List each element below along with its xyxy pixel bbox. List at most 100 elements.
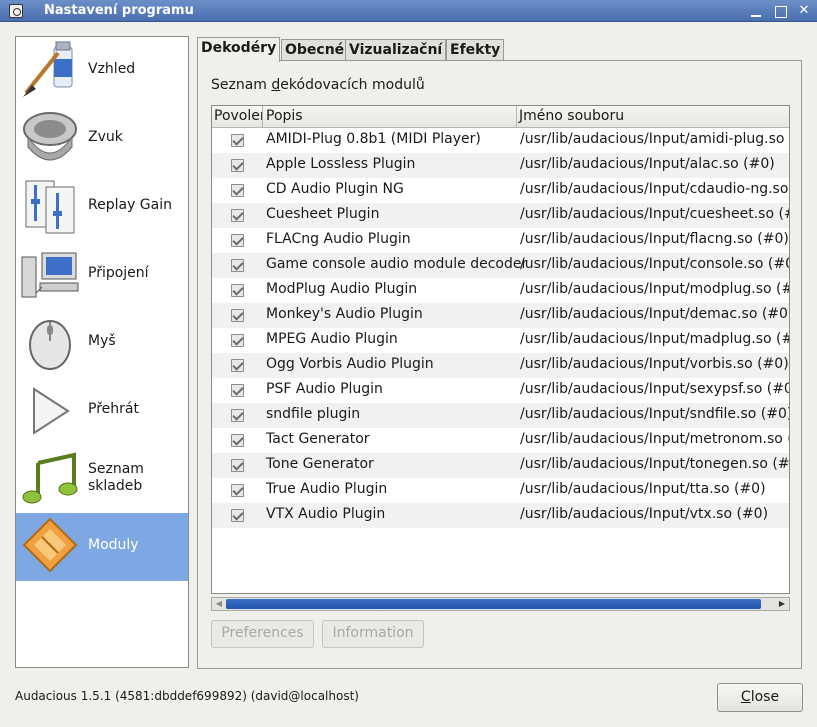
table-row[interactable]: Tone Generator/usr/lib/audacious/Input/t…: [212, 453, 790, 478]
plugin-filename: /usr/lib/audacious/Input/sexypsf.so (#0): [520, 381, 790, 397]
plugin-description: MPEG Audio Plugin: [266, 331, 398, 347]
enabled-checkbox[interactable]: [231, 434, 244, 447]
table-row[interactable]: VTX Audio Plugin/usr/lib/audacious/Input…: [212, 503, 789, 528]
sidebar-item-mys[interactable]: Myš: [16, 309, 188, 377]
column-header-description[interactable]: Popis: [262, 106, 516, 128]
sidebar-item-moduly[interactable]: Moduly: [16, 513, 188, 581]
mouse-icon: [29, 320, 71, 370]
sidebar-item-label: Zvuk: [88, 129, 123, 145]
enabled-checkbox[interactable]: [231, 284, 244, 297]
label-accel: d: [271, 77, 281, 93]
horizontal-scrollbar[interactable]: ◀ ▶: [211, 597, 790, 611]
sidebar-item-seznam-skladeb[interactable]: Seznam skladeb: [16, 445, 188, 513]
minimize-icon[interactable]: [748, 3, 764, 19]
scroll-right-icon[interactable]: ▶: [776, 598, 788, 610]
table-row[interactable]: True Audio Plugin/usr/lib/audacious/Inpu…: [212, 478, 789, 503]
information-button[interactable]: Information: [322, 620, 424, 648]
sidebar-item-replay-gain[interactable]: Replay Gain: [16, 173, 188, 241]
maximize-icon[interactable]: [772, 3, 788, 19]
speaker-icon: [23, 112, 77, 161]
scroll-left-icon[interactable]: ◀: [213, 598, 225, 610]
enabled-checkbox[interactable]: [231, 234, 244, 247]
plugin-description: CD Audio Plugin NG: [266, 181, 404, 197]
preferences-window: Nastavení programu ✕ Vzhled Zvuk Replay …: [0, 0, 817, 727]
close-accel: C: [740, 689, 751, 705]
sidebar-item-label: Vzhled: [88, 61, 136, 77]
enabled-checkbox[interactable]: [231, 359, 244, 372]
enabled-checkbox[interactable]: [231, 184, 244, 197]
plugin-description: AMIDI-Plug 0.8b1 (MIDI Player): [266, 131, 481, 147]
plugin-description: ModPlug Audio Plugin: [266, 281, 418, 297]
table-row[interactable]: PSF Audio Plugin/usr/lib/audacious/Input…: [212, 378, 790, 403]
title-bar[interactable]: Nastavení programu ✕: [0, 0, 817, 22]
sidebar-item-prehrat[interactable]: Přehrát: [16, 377, 188, 445]
table-row[interactable]: ModPlug Audio Plugin/usr/lib/audacious/I…: [212, 278, 790, 303]
tab-dekodery[interactable]: Dekodéry: [197, 37, 281, 62]
plugin-description: True Audio Plugin: [266, 481, 388, 497]
decoder-table[interactable]: Povolen Popis Jméno souboru AMIDI-Plug 0…: [211, 105, 790, 594]
close-window-icon[interactable]: ✕: [796, 3, 812, 19]
version-label: Audacious 1.5.1 (4581:dbddef699892) (dav…: [15, 689, 359, 703]
plugin-filename: /usr/lib/audacious/Input/madplug.so (#0): [520, 331, 790, 347]
enabled-checkbox[interactable]: [231, 459, 244, 472]
sidebar-item-label: Připojení: [88, 265, 149, 281]
table-row[interactable]: Apple Lossless Plugin/usr/lib/audacious/…: [212, 153, 789, 178]
plugin-description: PSF Audio Plugin: [266, 381, 383, 397]
table-row[interactable]: AMIDI-Plug 0.8b1 (MIDI Player) /usr/lib/a…: [212, 128, 790, 153]
plugin-description: Tone Generator: [266, 456, 374, 472]
table-row[interactable]: sndfile plugin/usr/lib/audacious/Input/s…: [212, 403, 790, 428]
network-computers-icon: [21, 252, 79, 298]
sidebar-item-label: Myš: [88, 333, 116, 349]
plugin-description: Ogg Vorbis Audio Plugin: [266, 356, 434, 372]
plugin-filename: /usr/lib/audacious/Input/modplug.so (#0): [520, 281, 790, 297]
plugin-filename: /usr/lib/audacious/Input/demac.so (#0): [520, 306, 790, 322]
table-row[interactable]: MPEG Audio Plugin/usr/lib/audacious/Inpu…: [212, 328, 790, 353]
plugin-description: Cuesheet Plugin: [266, 206, 380, 222]
table-row[interactable]: Cuesheet Plugin/usr/lib/audacious/Input/…: [212, 203, 789, 228]
enabled-checkbox[interactable]: [231, 259, 244, 272]
app-menu-icon[interactable]: [9, 4, 23, 18]
close-label: lose: [750, 689, 780, 705]
table-row[interactable]: Ogg Vorbis Audio Plugin/usr/lib/audaciou…: [212, 353, 789, 378]
enabled-checkbox[interactable]: [231, 134, 244, 147]
enabled-checkbox[interactable]: [231, 384, 244, 397]
plugin-filename: /usr/lib/audacious/Input/flacng.so (#0): [520, 231, 789, 247]
plugin-description: VTX Audio Plugin: [266, 506, 386, 522]
window-title: Nastavení programu: [44, 3, 194, 18]
table-row[interactable]: CD Audio Plugin NG/usr/lib/audacious/Inp…: [212, 178, 789, 203]
sidebar-item-zvuk[interactable]: Zvuk: [16, 105, 188, 173]
scrollbar-thumb[interactable]: [226, 599, 761, 609]
table-body: AMIDI-Plug 0.8b1 (MIDI Player) /usr/lib/a…: [212, 128, 790, 528]
plugin-filename: /usr/lib/audacious/Input/amidi-plug.so (…: [520, 131, 790, 147]
table-row[interactable]: FLACng Audio Plugin/usr/lib/audacious/In…: [212, 228, 789, 253]
preferences-button[interactable]: Preferences: [211, 620, 314, 648]
plugin-description: Monkey's Audio Plugin: [266, 306, 423, 322]
enabled-checkbox[interactable]: [231, 409, 244, 422]
plugin-filename: /usr/lib/audacious/Input/vtx.so (#0): [520, 506, 769, 522]
tab-vizualizacni[interactable]: Vizualizační: [345, 39, 447, 61]
enabled-checkbox[interactable]: [231, 484, 244, 497]
column-header-filename[interactable]: Jméno souboru: [516, 106, 789, 128]
enabled-checkbox[interactable]: [231, 209, 244, 222]
plugin-filename: /usr/lib/audacious/Input/sndfile.so (#0): [520, 406, 790, 422]
plugin-module-icon: [22, 517, 78, 573]
label-text: Seznam: [211, 77, 272, 93]
enabled-checkbox[interactable]: [231, 334, 244, 347]
table-row[interactable]: Game console audio module decoder/usr/li…: [212, 253, 789, 278]
paintbrush-icon: [23, 41, 73, 97]
table-row[interactable]: Monkey's Audio Plugin/usr/lib/audacious/…: [212, 303, 790, 328]
enabled-checkbox[interactable]: [231, 309, 244, 322]
sidebar-item-vzhled[interactable]: Vzhled: [16, 37, 188, 105]
sidebar-item-label: Přehrát: [88, 401, 139, 417]
sidebar-item-pripojeni[interactable]: Připojení: [16, 241, 188, 309]
plugin-filename: /usr/lib/audacious/Input/tonegen.so (#0): [520, 456, 790, 472]
decoders-panel: Seznam dekódovacích modulů Povolen Popis…: [197, 60, 802, 669]
tab-obecne[interactable]: Obecné: [281, 39, 349, 61]
enabled-checkbox[interactable]: [231, 159, 244, 172]
close-button[interactable]: Close: [717, 683, 803, 712]
table-row[interactable]: Tact Generator/usr/lib/audacious/Input/m…: [212, 428, 790, 453]
column-header-enabled[interactable]: Povolen: [214, 108, 263, 124]
tab-efekty[interactable]: Efekty: [446, 39, 505, 61]
plugin-filename: /usr/lib/audacious/Input/metronom.so (#0: [520, 431, 790, 447]
enabled-checkbox[interactable]: [231, 509, 244, 522]
